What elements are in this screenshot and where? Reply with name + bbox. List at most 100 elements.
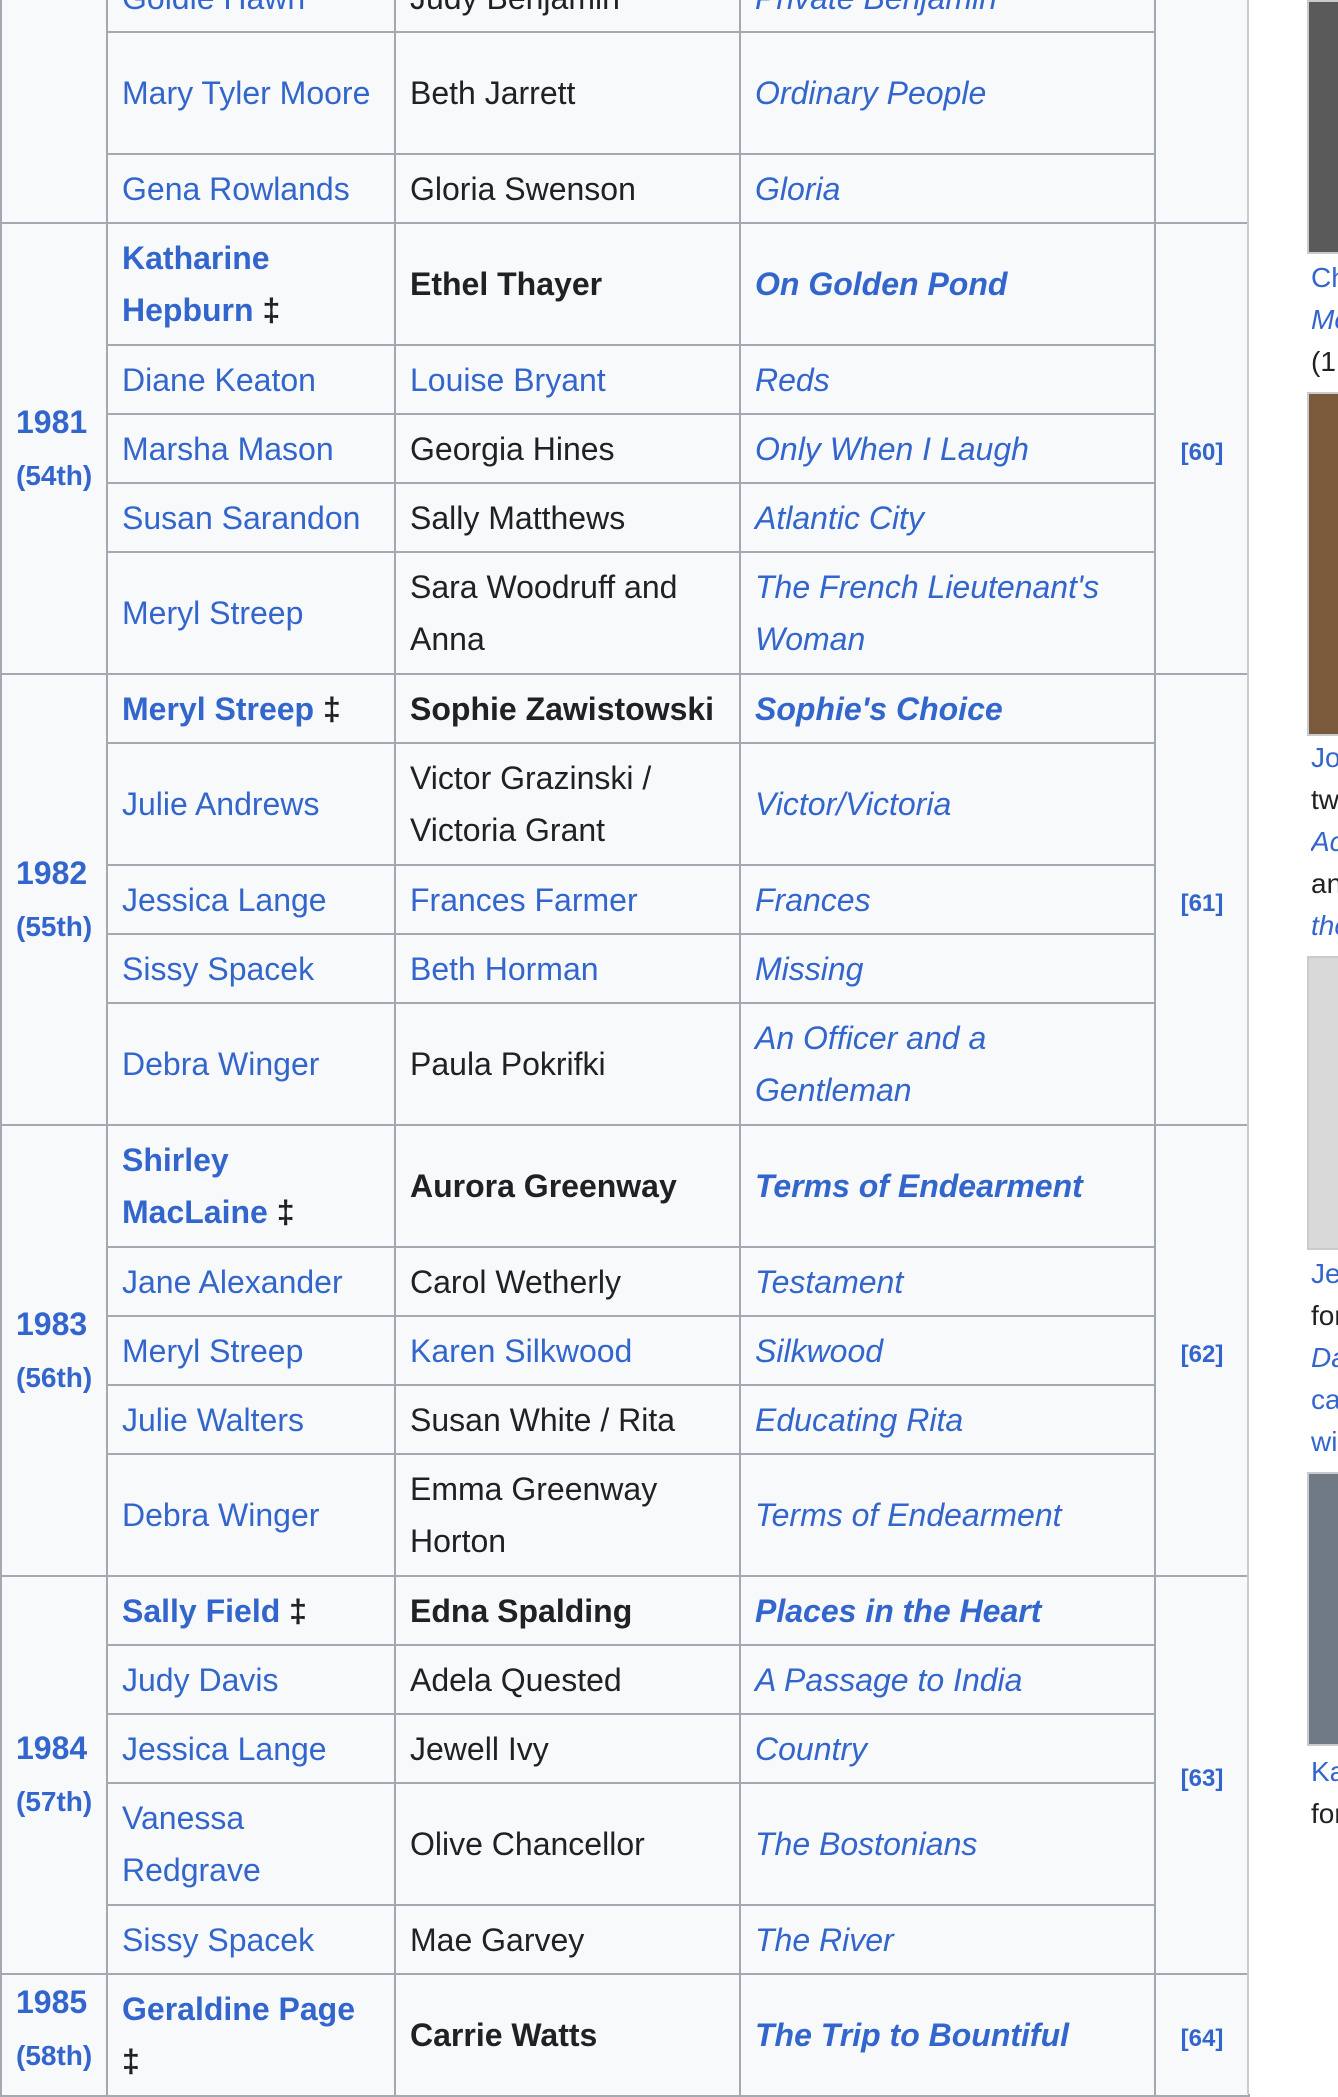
actress-cell[interactable]: Debra Winger — [106, 1453, 396, 1577]
actress-link[interactable]: Debra Winger — [122, 1497, 319, 1533]
film-cell[interactable]: Educating Rita — [739, 1384, 1156, 1455]
ceremony-link[interactable]: (55th) — [16, 900, 92, 954]
actress-cell[interactable]: Jessica Lange — [106, 864, 396, 935]
actress-link[interactable]: Gena Rowlands — [122, 171, 350, 207]
actress-cell[interactable]: Jessica Lange — [106, 1713, 396, 1784]
role-link[interactable]: Louise Bryant — [410, 362, 606, 398]
citation-link[interactable]: [60] — [1181, 440, 1224, 465]
actress-link[interactable]: Sissy Spacek — [122, 1922, 314, 1958]
film-cell[interactable]: Frances — [739, 864, 1156, 935]
year-cell[interactable]: 1983 (56th) — [0, 1124, 108, 1577]
film-cell[interactable]: Ordinary People — [739, 31, 1156, 155]
actress-link[interactable]: Meryl Streep — [122, 1333, 303, 1369]
ref-cell[interactable]: [62] — [1154, 1124, 1250, 1577]
actress-cell[interactable]: Susan Sarandon — [106, 482, 396, 553]
film-link[interactable]: A Passage to India — [755, 1662, 1022, 1698]
film-link[interactable]: Private Benjamin — [755, 0, 997, 16]
film-link[interactable]: Frances — [755, 882, 871, 918]
film-cell[interactable]: Reds — [739, 344, 1156, 415]
film-cell[interactable]: Sophie's Choice — [739, 673, 1156, 744]
film-link[interactable]: Ordinary People — [755, 75, 986, 111]
thumbnail-photo[interactable] — [1307, 956, 1338, 1250]
actress-link[interactable]: Meryl Streep — [122, 691, 314, 727]
film-cell[interactable]: Country — [739, 1713, 1156, 1784]
caption-line[interactable]: Jo — [1311, 738, 1338, 778]
actress-cell[interactable]: Meryl Streep ‡ — [106, 673, 396, 744]
film-cell[interactable]: Private Benjamin — [739, 0, 1156, 33]
actress-link[interactable]: Jessica Lange — [122, 882, 327, 918]
actress-link[interactable]: Goldie Hawn — [122, 0, 305, 16]
caption-line[interactable]: Ka — [1311, 1752, 1338, 1792]
film-cell[interactable]: The French Lieutenant's Woman — [739, 551, 1156, 675]
actress-link[interactable]: Diane Keaton — [122, 362, 316, 398]
film-link[interactable]: Atlantic City — [755, 500, 924, 536]
film-cell[interactable]: On Golden Pond — [739, 222, 1156, 346]
actress-link[interactable]: Katharine Hepburn — [122, 240, 270, 328]
actress-link[interactable]: Sissy Spacek — [122, 951, 314, 987]
actress-link[interactable]: Julie Walters — [122, 1402, 304, 1438]
caption-line[interactable]: Ch — [1311, 258, 1338, 298]
actress-cell[interactable]: Mary Tyler Moore — [106, 31, 396, 155]
year-link[interactable]: 1985 — [16, 1976, 92, 2029]
actress-cell[interactable]: Sally Field ‡ — [106, 1575, 396, 1646]
actress-cell[interactable]: Gena Rowlands — [106, 153, 396, 224]
film-link[interactable]: The River — [755, 1922, 894, 1958]
citation-link[interactable]: [64] — [1181, 2027, 1224, 2051]
caption-line[interactable]: Ac — [1311, 822, 1338, 862]
film-link[interactable]: On Golden Pond — [755, 266, 1007, 302]
actress-cell[interactable]: Meryl Streep — [106, 1315, 396, 1386]
film-cell[interactable]: Terms of Endearment — [739, 1453, 1156, 1577]
actress-link[interactable]: Geraldine Page — [122, 1991, 355, 2027]
film-cell[interactable]: Silkwood — [739, 1315, 1156, 1386]
ceremony-link[interactable]: (57th) — [16, 1775, 92, 1829]
role-cell[interactable]: Louise Bryant — [394, 344, 741, 415]
film-link[interactable]: The French Lieutenant's Woman — [755, 569, 1099, 657]
film-link[interactable]: Silkwood — [755, 1333, 883, 1369]
film-link[interactable]: Places in the Heart — [755, 1593, 1041, 1629]
film-cell[interactable]: The River — [739, 1904, 1156, 1975]
actress-cell[interactable]: Judy Davis — [106, 1644, 396, 1715]
role-cell[interactable]: Frances Farmer — [394, 864, 741, 935]
film-cell[interactable]: Testament — [739, 1246, 1156, 1317]
film-cell[interactable]: Missing — [739, 933, 1156, 1004]
ref-cell[interactable]: [64] — [1154, 1973, 1250, 2097]
actress-link[interactable]: Jessica Lange — [122, 1731, 327, 1767]
ceremony-link[interactable]: (54th) — [16, 449, 92, 503]
film-link[interactable]: Testament — [755, 1264, 903, 1300]
actress-cell[interactable]: Shirley MacLaine ‡ — [106, 1124, 396, 1248]
year-link[interactable]: 1984 — [16, 1721, 92, 1775]
year-cell[interactable]: 1981 (54th) — [0, 222, 108, 675]
year-link[interactable]: 1982 — [16, 846, 92, 900]
film-link[interactable]: Victor/Victoria — [755, 786, 951, 822]
actress-cell[interactable]: Diane Keaton — [106, 344, 396, 415]
year-link[interactable]: 1981 — [16, 395, 92, 449]
film-cell[interactable]: Places in the Heart — [739, 1575, 1156, 1646]
ref-cell[interactable]: [61] — [1154, 673, 1250, 1126]
actress-link[interactable]: Shirley MacLaine — [122, 1142, 268, 1230]
film-link[interactable]: Terms of Endearment — [755, 1497, 1062, 1533]
ceremony-link[interactable]: (56th) — [16, 1351, 92, 1405]
actress-cell[interactable]: Marsha Mason — [106, 413, 396, 484]
film-link[interactable]: Only When I Laugh — [755, 431, 1029, 467]
actress-link[interactable]: Mary Tyler Moore — [122, 75, 370, 111]
role-link[interactable]: Frances Farmer — [410, 882, 638, 918]
actress-cell[interactable]: Sissy Spacek — [106, 1904, 396, 1975]
film-cell[interactable]: A Passage to India — [739, 1644, 1156, 1715]
film-link[interactable]: The Trip to Bountiful — [755, 2017, 1069, 2053]
actress-cell[interactable]: Debra Winger — [106, 1002, 396, 1126]
film-link[interactable]: An Officer and a Gentleman — [755, 1020, 986, 1108]
caption-line[interactable]: Je — [1311, 1254, 1338, 1294]
caption-line[interactable]: wi — [1311, 1422, 1338, 1462]
film-cell[interactable]: Atlantic City — [739, 482, 1156, 553]
film-link[interactable]: Terms of Endearment — [755, 1168, 1083, 1204]
film-link[interactable]: The Bostonians — [755, 1826, 977, 1862]
caption-line[interactable]: Mo — [1311, 300, 1338, 340]
film-cell[interactable]: Terms of Endearment — [739, 1124, 1156, 1248]
actress-link[interactable]: Debra Winger — [122, 1046, 319, 1082]
actress-link[interactable]: Judy Davis — [122, 1662, 279, 1698]
ref-cell[interactable]: [60] — [1154, 222, 1250, 675]
actress-link[interactable]: Marsha Mason — [122, 431, 334, 467]
ref-cell[interactable]: [63] — [1154, 1575, 1250, 1975]
film-link[interactable]: Educating Rita — [755, 1402, 963, 1438]
actress-cell[interactable]: Vanessa Redgrave — [106, 1782, 396, 1906]
